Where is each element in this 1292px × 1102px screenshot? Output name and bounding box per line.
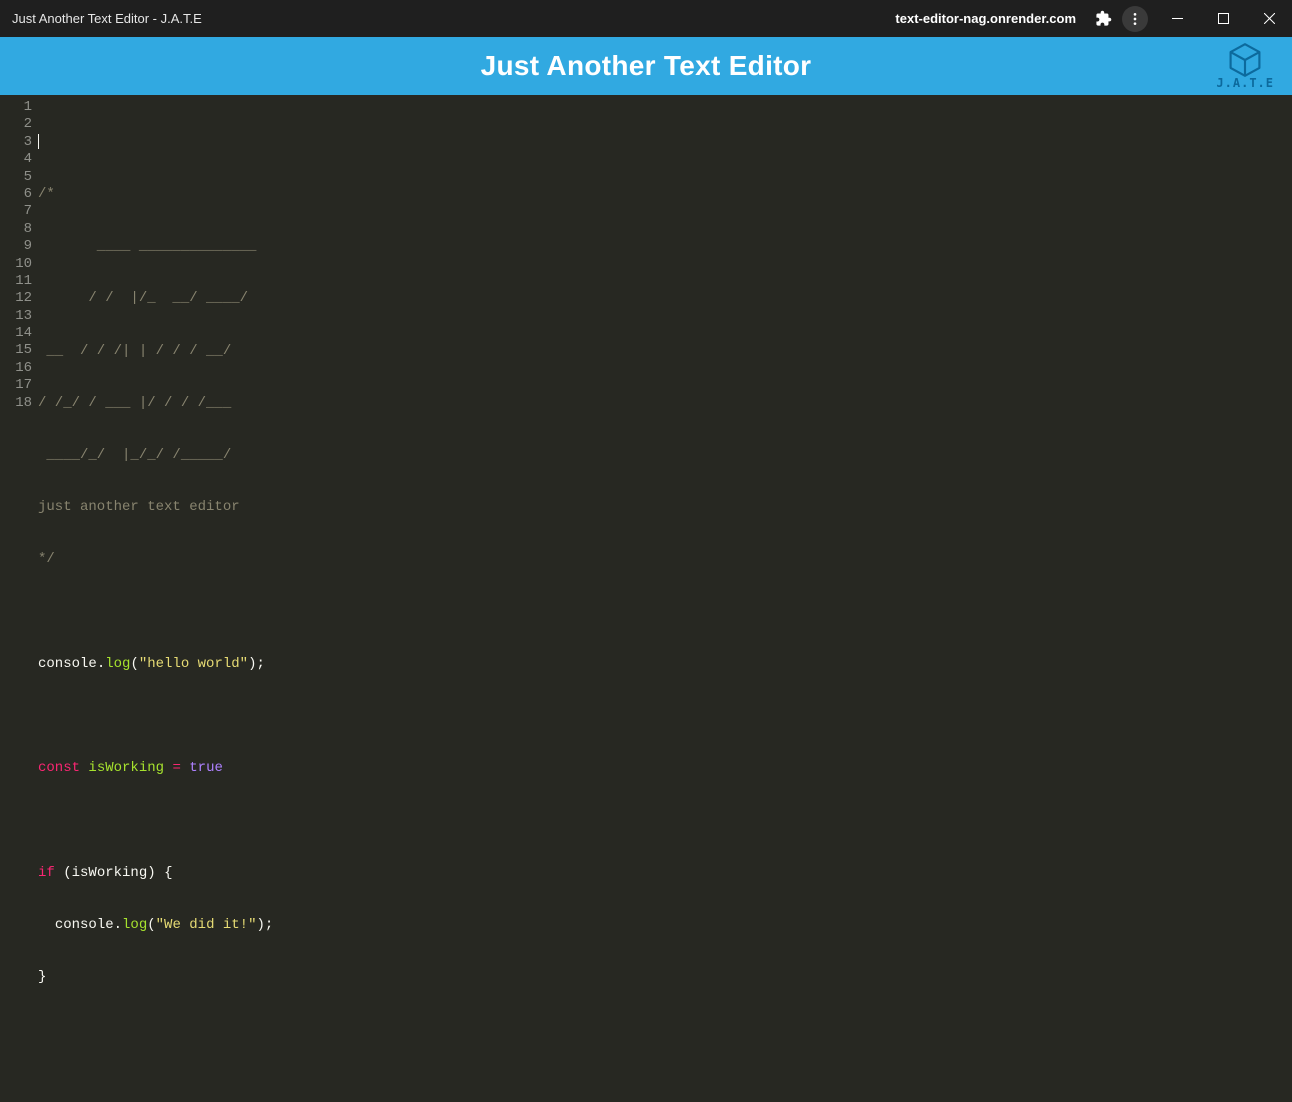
code-editor[interactable]: 1234 5678 9101112 13141516 1718 /* ____ … bbox=[0, 95, 1292, 1102]
code-content[interactable]: /* ____ ______________ / / |/_ __/ ____/… bbox=[36, 99, 1292, 1102]
app-window: Just Another Text Editor - J.A.T.E text-… bbox=[0, 0, 1292, 1102]
text-cursor bbox=[38, 134, 39, 149]
more-menu-button[interactable] bbox=[1122, 6, 1148, 32]
app-title: Just Another Text Editor bbox=[481, 50, 812, 82]
close-button[interactable] bbox=[1246, 0, 1292, 37]
address-url: text-editor-nag.onrender.com bbox=[895, 11, 1076, 26]
extensions-icon[interactable] bbox=[1090, 6, 1116, 32]
titlebar: Just Another Text Editor - J.A.T.E text-… bbox=[0, 0, 1292, 37]
jate-logo-text: J.A.T.E bbox=[1216, 76, 1274, 90]
window-title: Just Another Text Editor - J.A.T.E bbox=[12, 11, 202, 26]
line-gutter: 1234 5678 9101112 13141516 1718 bbox=[0, 99, 36, 1102]
minimize-button[interactable] bbox=[1154, 0, 1200, 37]
maximize-button[interactable] bbox=[1200, 0, 1246, 37]
jate-logo: J.A.T.E bbox=[1216, 42, 1274, 90]
app-header: Just Another Text Editor J.A.T.E bbox=[0, 37, 1292, 95]
jate-logo-icon bbox=[1227, 42, 1263, 78]
